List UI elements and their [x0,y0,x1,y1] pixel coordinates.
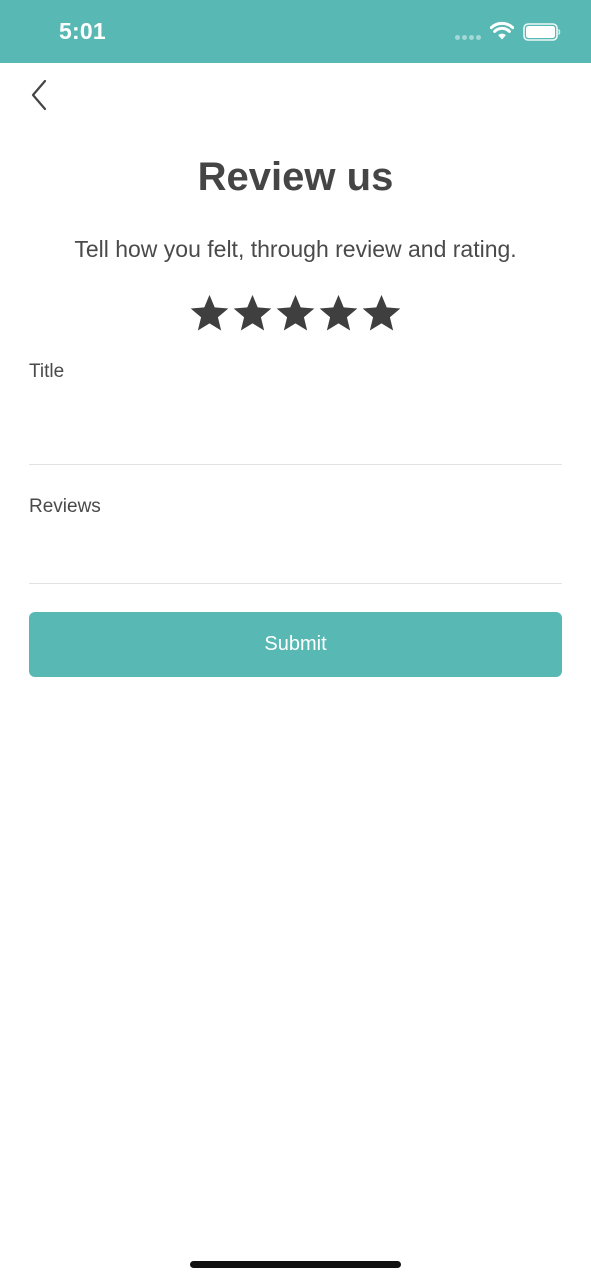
page-subtitle: Tell how you felt, through review and ra… [74,236,517,262]
status-bar: 5:01 [0,0,591,63]
home-indicator [190,1261,401,1268]
reviews-input[interactable] [29,535,562,575]
star-icon[interactable] [274,292,317,335]
title-input[interactable] [29,410,562,450]
battery-icon [523,23,561,41]
title-field-underline [29,464,562,465]
chevron-left-icon [31,79,47,111]
page-title: Review us [197,155,394,199]
reviews-field-underline [29,583,562,584]
star-icon[interactable] [231,292,274,335]
submit-button[interactable]: Submit [29,612,562,677]
star-rating [188,292,403,336]
star-icon[interactable] [360,292,403,335]
wifi-icon [490,21,514,40]
signal-dots-icon [455,35,483,41]
star-icon[interactable] [188,292,231,335]
reviews-field-label: Reviews [29,496,101,517]
status-time: 5:01 [59,18,106,44]
title-field-label: Title [29,361,65,382]
back-button[interactable] [22,76,56,114]
star-icon[interactable] [317,292,360,335]
